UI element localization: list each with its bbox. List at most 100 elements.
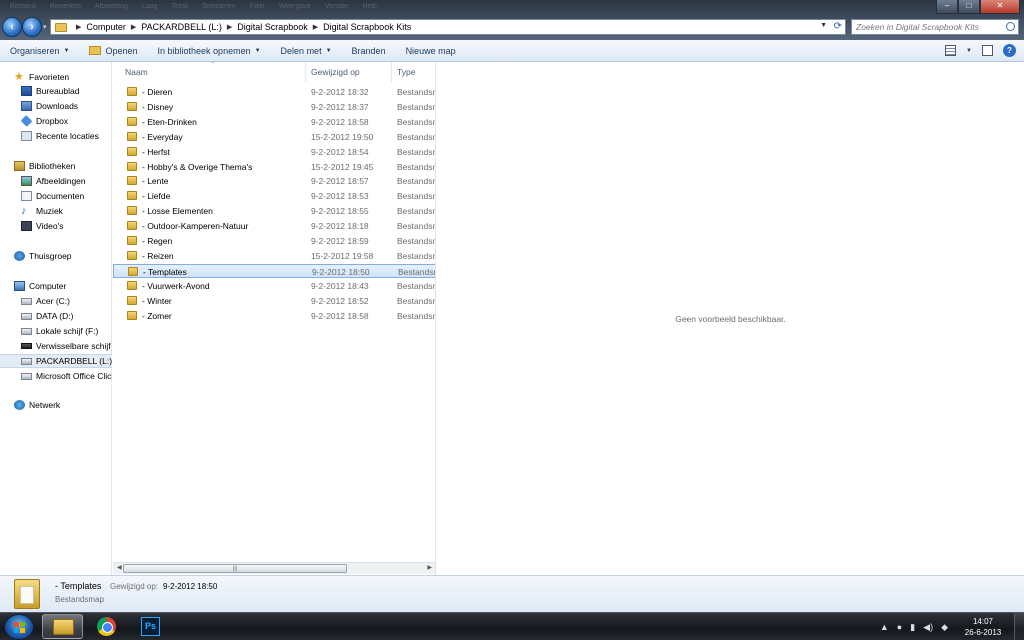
file-type: Bestandsmap xyxy=(397,146,435,157)
file-row[interactable]: - Zomer 9-2-2012 18:58 Bestandsmap xyxy=(113,309,435,323)
file-row[interactable]: - Losse Elementen 9-2-2012 18:55 Bestandsm… xyxy=(113,204,435,218)
background-menu-ghost: Bestand Bewerken Afbeelding Laag Tekst Select… xyxy=(10,3,377,10)
forward-button[interactable]: › xyxy=(22,17,42,37)
search-box[interactable] xyxy=(851,19,1019,35)
column-header-type[interactable]: Type xyxy=(397,67,415,77)
file-row[interactable]: - Disney 9-2-2012 18:37 Bestandsmap xyxy=(113,100,435,114)
breadcrumb-chevron-icon[interactable]: ▶ xyxy=(131,23,136,31)
sidebar-item-muziek[interactable]: ♪ Muziek xyxy=(0,204,112,218)
column-header-modified[interactable]: Gewijzigd op xyxy=(311,67,360,77)
minimize-button[interactable]: – xyxy=(936,0,958,14)
network-signal-icon[interactable]: ▮ xyxy=(910,622,915,633)
folder-icon xyxy=(127,116,137,126)
file-row[interactable]: - Outdoor-Kamperen-Natuur 9-2-2012 18:18 B… xyxy=(113,219,435,233)
sidebar-item-afbeeldingen[interactable]: Afbeeldingen xyxy=(0,174,112,188)
sidebar-item-thuisgroep[interactable]: Thuisgroep xyxy=(0,249,112,263)
sidebar-item-data-d[interactable]: DATA (D:) xyxy=(0,309,112,323)
help-icon[interactable]: ? xyxy=(1003,44,1016,57)
file-name: - Regen xyxy=(142,236,173,246)
scrollbar-thumb[interactable]: ||| xyxy=(123,564,347,573)
sidebar-item-verwisselbare-schijf[interactable]: Verwisselbare schijf xyxy=(0,339,112,353)
sidebar-item-favorieten[interactable]: ★ Favorieten xyxy=(0,70,112,84)
change-view-icon[interactable] xyxy=(945,45,957,56)
new-folder-button[interactable]: Nieuwe map xyxy=(396,40,466,62)
column-header-name[interactable]: Naam xyxy=(125,67,148,77)
breadcrumb-drive[interactable]: PACKARDBELL (L:) xyxy=(141,22,222,32)
file-row[interactable]: - Everyday 15-2-2012 19:50 Bestandsmap xyxy=(113,130,435,144)
sidebar-item-downloads[interactable]: Downloads xyxy=(0,99,112,113)
file-row[interactable]: - Liefde 9-2-2012 18:53 Bestandsmap xyxy=(113,189,435,203)
search-icon[interactable] xyxy=(1006,22,1015,31)
sidebar-item-packardbell-l[interactable]: PACKARDBELL (L:) xyxy=(0,354,112,368)
sidebar-item-bibliotheken[interactable]: Bibliotheken xyxy=(0,159,112,173)
start-button[interactable] xyxy=(4,614,34,640)
burn-button[interactable]: Branden xyxy=(342,40,396,62)
file-row[interactable]: - Regen 9-2-2012 18:59 Bestandsmap xyxy=(113,234,435,248)
file-row[interactable]: - Eten-Drinken 9-2-2012 18:58 Bestandsmap xyxy=(113,115,435,129)
address-bar[interactable]: ▶ Computer ▶ PACKARDBELL (L:) ▶ Digital … xyxy=(50,19,846,35)
column-divider[interactable] xyxy=(391,62,392,82)
sidebar-item-dropbox[interactable]: Dropbox xyxy=(0,114,112,128)
scroll-left-icon[interactable]: ◀ xyxy=(117,564,122,571)
sidebar-item-netwerk[interactable]: Netwerk xyxy=(0,398,112,412)
sidebar-item-recente-locaties[interactable]: Recente locaties xyxy=(0,129,112,143)
back-button[interactable]: ‹ xyxy=(2,17,22,37)
sidebar-item-bureaublad[interactable]: Bureaublad xyxy=(0,84,112,98)
file-row[interactable]: - Hobby's & Overige Thema's 15-2-2012 19:… xyxy=(113,160,435,174)
file-name: - Vuurwerk-Avond xyxy=(142,280,210,291)
maximize-button[interactable]: □ xyxy=(958,0,980,14)
preview-pane-icon[interactable] xyxy=(982,45,993,56)
ghost-menu-item: Venster xyxy=(324,3,349,10)
show-desktop-button[interactable] xyxy=(1014,613,1024,640)
sidebar-item-computer[interactable]: Computer xyxy=(0,279,112,293)
include-library-label: In bibliotheek opnemen xyxy=(157,45,251,56)
file-row[interactable]: - Herfst 9-2-2012 18:54 Bestandsmap xyxy=(113,145,435,159)
file-row[interactable]: - Templates 9-2-2012 18:50 Bestandsmap xyxy=(113,263,435,278)
show-hidden-icons-icon[interactable]: ▲ xyxy=(880,622,889,632)
sidebar-item-acer-c[interactable]: Acer (C:) xyxy=(0,294,112,308)
volume-icon[interactable]: ◀) xyxy=(923,622,933,633)
file-row[interactable]: - Vuurwerk-Avond 9-2-2012 18:43 Bestandsma… xyxy=(113,279,435,293)
drive-icon xyxy=(21,312,32,320)
file-type: Bestandsmap xyxy=(397,236,435,246)
file-row[interactable]: - Lente 9-2-2012 18:57 Bestandsmap xyxy=(113,174,435,188)
breadcrumb-chevron-icon[interactable]: ▶ xyxy=(227,23,232,31)
file-row[interactable]: - Winter 9-2-2012 18:52 Bestandsmap xyxy=(113,294,435,308)
taskbar-explorer-button[interactable] xyxy=(42,614,83,639)
file-row[interactable]: - Reizen 15-2-2012 19:58 Bestandsmap xyxy=(113,249,435,263)
search-input[interactable] xyxy=(852,20,1000,34)
close-button[interactable]: ✕ xyxy=(980,0,1020,14)
file-type: Bestandsmap xyxy=(397,221,435,232)
breadcrumb-chevron-icon[interactable]: ▶ xyxy=(76,23,81,31)
sidebar-item-video-s[interactable]: Video's xyxy=(0,219,112,233)
horizontal-scrollbar[interactable]: ◀ ||| ▶ xyxy=(113,562,435,574)
file-modified-date: 15-2-2012 19:45 xyxy=(311,161,374,172)
dropbox-tray-icon[interactable]: ◆ xyxy=(941,622,948,633)
breadcrumb-computer[interactable]: Computer xyxy=(86,22,126,32)
share-with-button[interactable]: Delen met ▼ xyxy=(271,40,342,62)
breadcrumb-digital-scrapbook-kits[interactable]: Digital Scrapbook Kits xyxy=(323,22,411,32)
taskbar-chrome-button[interactable] xyxy=(86,614,127,639)
file-row[interactable]: - Dieren 9-2-2012 18:32 Bestandsmap xyxy=(113,85,435,99)
folder-icon xyxy=(127,161,137,171)
sidebar-item-microsoft-office-click[interactable]: Microsoft Office Click xyxy=(0,369,112,383)
open-button[interactable]: Openen xyxy=(79,40,147,62)
recent-pages-dropdown[interactable]: ▾ xyxy=(43,23,47,31)
breadcrumb-digital-scrapbook[interactable]: Digital Scrapbook xyxy=(237,22,308,32)
drive-icon xyxy=(21,327,32,335)
address-history-dropdown-icon[interactable]: ▼ xyxy=(820,22,827,29)
file-modified-date: 9-2-2012 18:58 xyxy=(311,116,369,127)
organize-button[interactable]: Organiseren ▼ xyxy=(0,40,79,62)
file-type: Bestandsmap xyxy=(397,191,435,202)
view-options-dropdown-icon[interactable]: ▼ xyxy=(966,48,972,54)
sidebar-item-lokale-schijf-f[interactable]: Lokale schijf (F:) xyxy=(0,324,112,338)
sidebar-item-documenten[interactable]: Documenten xyxy=(0,189,112,203)
tray-app-icon[interactable]: ● xyxy=(897,622,902,632)
scroll-right-icon[interactable]: ▶ xyxy=(427,564,432,571)
breadcrumb-chevron-icon[interactable]: ▶ xyxy=(313,23,318,31)
column-divider[interactable] xyxy=(305,62,306,82)
refresh-icon[interactable]: ⟳ xyxy=(834,21,842,32)
taskbar-photoshop-button[interactable]: Ps xyxy=(130,614,171,639)
include-in-library-button[interactable]: In bibliotheek opnemen ▼ xyxy=(148,40,271,62)
clock[interactable]: 14:07 26-6-2013 xyxy=(956,616,1010,638)
